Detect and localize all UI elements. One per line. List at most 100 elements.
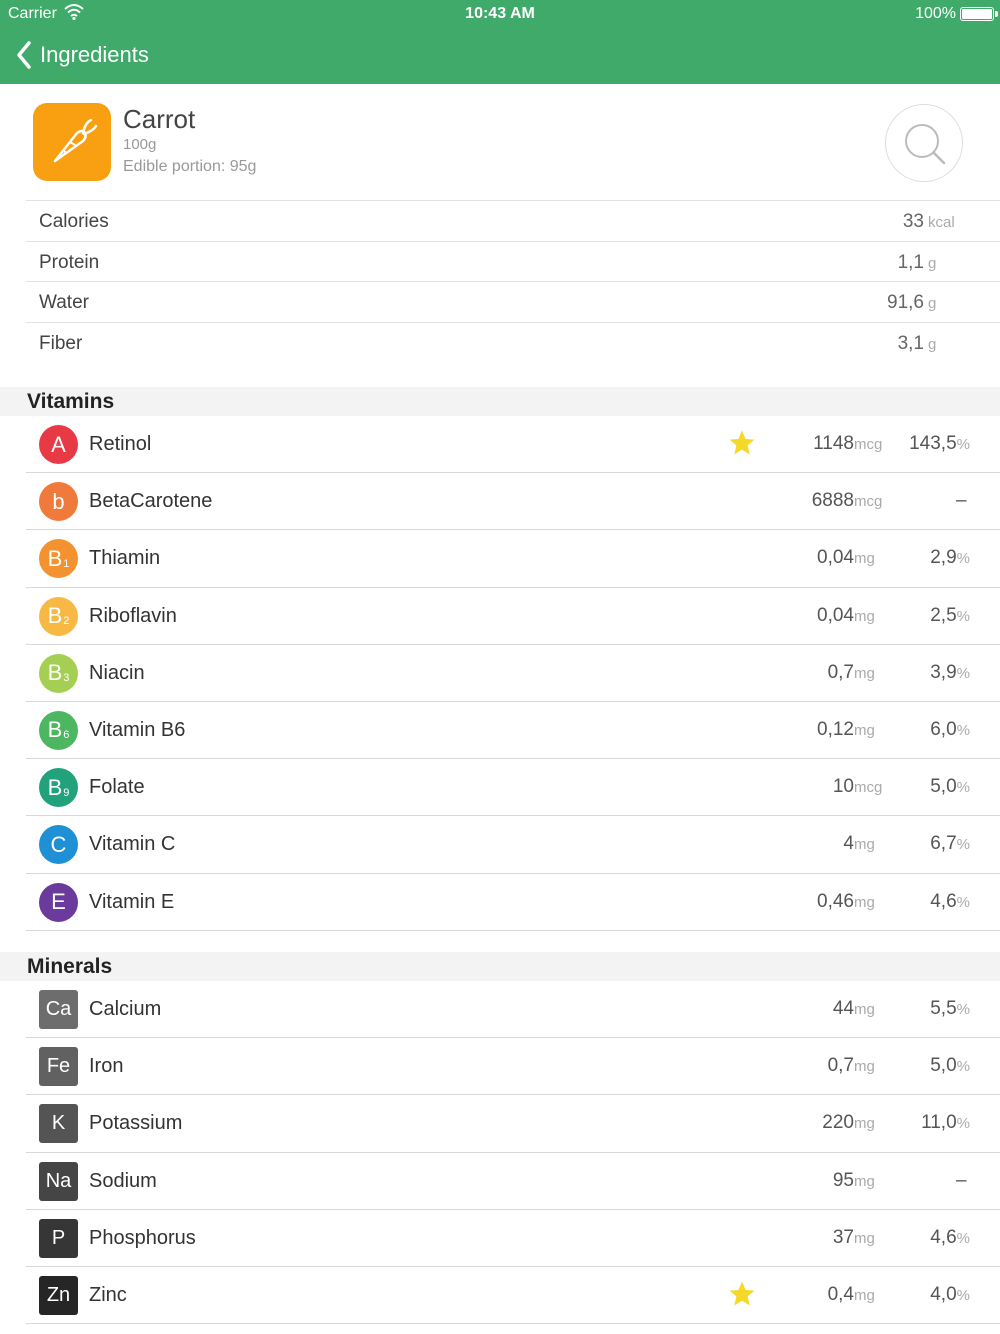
nutrient-value: 0,7 [827, 1055, 854, 1077]
nutrient-unit: mg [854, 550, 875, 568]
edible-portion: Edible portion: 95g [123, 158, 257, 175]
nutrient-unit: g [928, 335, 937, 353]
nutrient-name: Calcium [89, 998, 162, 1020]
percent-symbol: % [956, 836, 970, 854]
percent-symbol: % [956, 550, 970, 568]
food-name: Carrot [123, 104, 196, 134]
daily-percent: 4,0% [930, 1284, 970, 1306]
nutrient-row-folate[interactable]: B 9 Folate 10 mcg 5,0% [26, 759, 1000, 817]
chevron-left-icon [17, 41, 31, 69]
nutrient-row-iron[interactable]: Fe Iron 0,7 mg 5,0% [26, 1038, 1000, 1096]
clock: 10:43 AM [465, 5, 535, 22]
nutrient-unit: mg [854, 1229, 875, 1247]
badge-subscript: 6 [63, 729, 70, 742]
back-button[interactable]: Ingredients [14, 38, 149, 72]
percent-symbol: % [956, 721, 970, 739]
daily-percent: 6,0% [930, 719, 970, 741]
nutrient-badge: A [39, 425, 78, 464]
badge-letter: B [47, 545, 63, 571]
percent-value: 6,0 [930, 718, 957, 740]
vitamins-list: A Retinol 1148 mcg 143,5% b BetaCarotene 6888 mc… [26, 416, 1000, 931]
nutrient-row-phosphorus[interactable]: P Phosphorus 37 mg 4,6% [26, 1210, 1000, 1267]
nutrient-unit: g [928, 295, 937, 312]
nutrient-name: Iron [89, 1055, 124, 1078]
badge-letter: Na [45, 1169, 72, 1192]
daily-percent: 2,5% [930, 605, 970, 627]
percent-value: 6,7 [930, 833, 957, 855]
nutrient-row-vitamin-b6[interactable]: B 6 Vitamin B6 0,12 mg 6,0% [26, 702, 1000, 760]
nutrient-value: 1,1 [897, 251, 924, 273]
basic-nutrients: Calories 33 kcal Protein 1,1 g Water 91,… [26, 200, 1000, 367]
nutrient-unit: mg [854, 721, 875, 739]
nutrient-badge: Ca [39, 990, 78, 1029]
nutrient-row-sodium[interactable]: Na Sodium 95 mg – [26, 1153, 1000, 1210]
badge-letter: P [51, 1226, 66, 1249]
back-label: Ingredients [40, 42, 149, 67]
percent-symbol: % [956, 1229, 970, 1247]
percent-value: 4,6 [930, 1226, 957, 1248]
nutrient-unit: mg [854, 1058, 875, 1076]
nutrient-name: Sodium [89, 1169, 157, 1192]
nutrient-unit: mg [854, 1286, 875, 1304]
nutrient-unit: mcg [854, 436, 883, 453]
nutrient-name: Niacin [89, 661, 145, 684]
badge-letter: C [50, 831, 67, 857]
search-button[interactable] [885, 104, 963, 182]
badge-letter: b [52, 488, 65, 514]
nutrient-row-niacin[interactable]: B 3 Niacin 0,7 mg 3,9% [26, 645, 1000, 702]
nutrient-value: 6888 [811, 490, 854, 512]
nutrient-name: BetaCarotene [89, 490, 213, 513]
nutrient-row-zinc[interactable]: Zn Zinc 0,4 mg 4,0% [26, 1267, 1000, 1325]
nutrient-row-calories: Calories 33 kcal [26, 200, 1000, 241]
nutrient-badge: K [39, 1104, 78, 1144]
percent-symbol: % [956, 436, 970, 453]
nutrient-value: 0,4 [827, 1283, 854, 1305]
nutrient-row-vitamin-c[interactable]: C Vitamin C 4 mg 6,7% [26, 816, 1000, 874]
nutrient-badge: B9 [39, 768, 78, 808]
nutrient-value: 37 [832, 1226, 854, 1248]
nutrient-row-potassium[interactable]: K Potassium 220 mg 11,0% [26, 1095, 1000, 1153]
badge-letter: A [51, 431, 66, 457]
nutrient-value: 0,7 [827, 661, 854, 683]
badge-letter: E [51, 889, 66, 914]
nutrient-row-riboflavin[interactable]: B 2 Riboflavin 0,04 mg 2,5% [26, 588, 1000, 645]
nutrient-badge: P [39, 1218, 78, 1258]
daily-percent-none: – [956, 1169, 967, 1191]
nutrient-unit: mg [854, 664, 875, 682]
nutrient-value: 44 [832, 998, 854, 1019]
status-bar: Carrier 10:43 AM 100% [0, 0, 1000, 28]
nutrient-unit: mg [854, 893, 875, 911]
nutrient-badge: b [39, 482, 78, 522]
nutrient-name: Retinol [89, 433, 152, 455]
daily-percent: 143,5% [909, 433, 970, 455]
nutrient-unit: mg [854, 1172, 875, 1190]
badge-letter: B [47, 717, 63, 743]
badge-subscript: 1 [63, 557, 70, 570]
section-title: Minerals [27, 955, 113, 978]
nutrient-badge: Fe [39, 1047, 78, 1087]
nutrient-row-water: Water 91,6 g [26, 281, 1000, 322]
nutrient-badge: B2 [39, 596, 78, 636]
daily-percent: 6,7% [930, 833, 970, 855]
percent-symbol: % [956, 607, 970, 625]
minerals-list: Ca Calcium 44 mg 5,5% Fe Iron 0,7 mg 5,0% K Potassi… [26, 981, 1000, 1325]
percent-symbol: % [956, 664, 970, 682]
percent-symbol: % [956, 1001, 970, 1018]
nutrient-value: 0,04 [817, 604, 854, 626]
nutrient-name: Calories [39, 211, 109, 232]
nutrient-name: Protein [39, 251, 100, 273]
nutrient-row-retinol[interactable]: A Retinol 1148 mcg 143,5% [26, 416, 1000, 474]
badge-subscript: 9 [63, 786, 70, 799]
nutrient-row-calcium[interactable]: Ca Calcium 44 mg 5,5% [26, 981, 1000, 1039]
badge-subscript: 2 [63, 615, 70, 628]
star-icon [728, 1280, 756, 1308]
nutrient-value: 4 [843, 833, 854, 855]
nutrient-unit: mg [854, 1001, 875, 1018]
nutrient-row-thiamin[interactable]: B 1 Thiamin 0,04 mg 2,9% [26, 530, 1000, 588]
percent-value: 2,5 [930, 604, 957, 626]
nutrient-row-betacarotene[interactable]: b BetaCarotene 6888 mcg – [26, 473, 1000, 531]
percent-value: 5,0 [930, 776, 957, 798]
nutrient-row-vitamin-e[interactable]: E Vitamin E 0,46 mg 4,6% [26, 874, 1000, 931]
nutrient-name: Zinc [89, 1283, 127, 1306]
badge-letter: Ca [45, 998, 72, 1020]
